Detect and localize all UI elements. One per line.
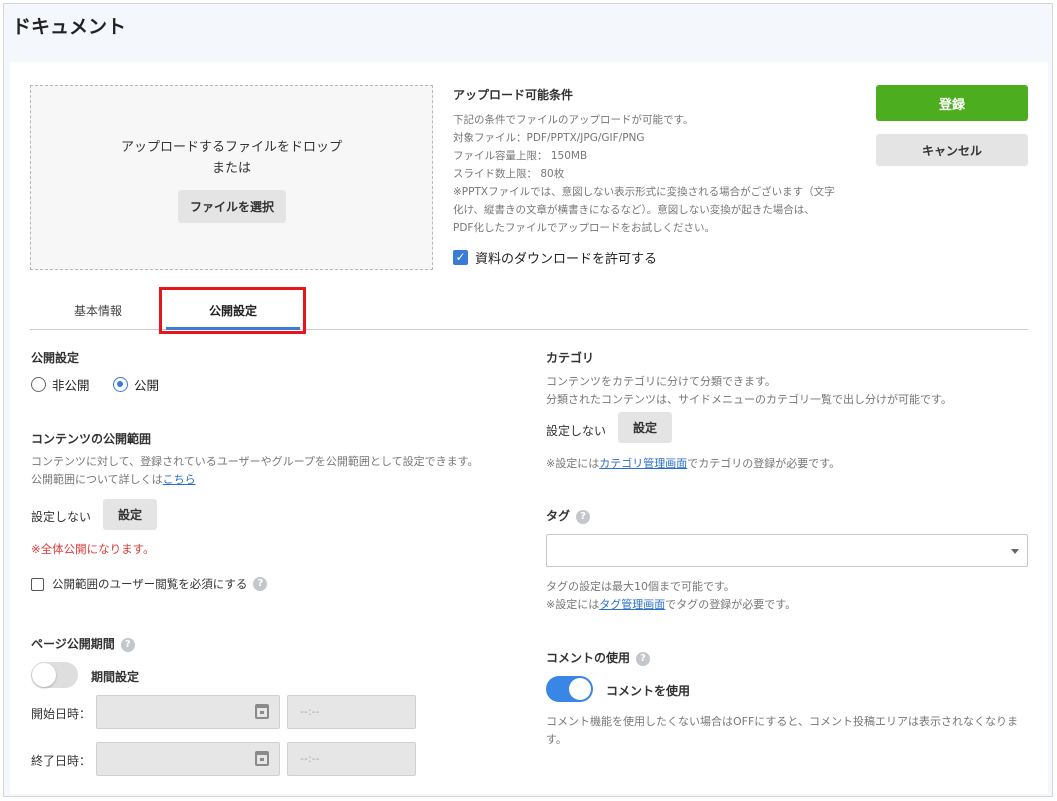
scope-required-checkbox[interactable]: 公開範囲のユーザー閲覧を必須にする ? <box>31 576 268 592</box>
file-dropzone[interactable]: アップロードするファイルをドロップ または ファイルを選択 <box>30 85 433 270</box>
radio-private-label: 非公開 <box>52 378 90 393</box>
tag-select[interactable] <box>546 534 1028 567</box>
start-time-input[interactable]: --:-- <box>287 695 416 729</box>
start-date-input[interactable] <box>96 695 280 729</box>
condition-line: ファイル容量上限： 150MB <box>453 150 588 162</box>
category-set-button[interactable]: 設定 <box>618 412 672 443</box>
upload-conditions-title: アップロード可能条件 <box>453 88 574 102</box>
period-title: ページ公開期間? <box>31 635 135 652</box>
category-current-value: 設定しない <box>546 424 607 438</box>
scope-warning: ※全体公開になります。 <box>31 542 155 556</box>
dropzone-text: アップロードするファイルをドロップ <box>120 140 342 155</box>
checkbox-unchecked-icon[interactable] <box>31 577 44 591</box>
select-file-button[interactable]: ファイルを選択 <box>178 190 286 223</box>
chevron-down-icon[interactable] <box>1011 549 1019 554</box>
comment-description: コメント機能を使用したくない場合はOFFにすると、コメント投稿エリアは表示されな… <box>546 715 1018 728</box>
allow-download-label: 資料のダウンロードを許可する <box>475 252 658 267</box>
help-icon[interactable]: ? <box>636 651 651 666</box>
category-description: 分類されたコンテンツは、サイドメニューのカテゴリ一覧で出し分けが可能です。 <box>546 393 952 406</box>
category-note-suffix: でカテゴリの登録が必要です。 <box>687 457 841 470</box>
category-admin-link[interactable]: カテゴリ管理画面 <box>599 457 687 470</box>
tag-title-text: タグ <box>546 509 571 523</box>
comment-toggle-label: コメントを使用 <box>606 684 691 698</box>
scope-detail-prefix: 公開範囲について詳しくは <box>31 473 163 486</box>
start-date-label: 開始日時： <box>31 707 92 721</box>
scope-set-button[interactable]: 設定 <box>103 499 157 530</box>
scope-current-value: 設定しない <box>31 510 92 524</box>
highlight-annotation-box <box>159 287 306 334</box>
register-button[interactable]: 登録 <box>876 85 1028 121</box>
comment-title-text: コメントの使用 <box>546 651 631 665</box>
calendar-icon[interactable] <box>255 704 269 719</box>
toggle-knob <box>569 678 591 700</box>
scope-detail: 公開範囲について詳しくはこちら <box>31 471 196 487</box>
comment-title: コメントの使用? <box>546 649 651 666</box>
help-icon[interactable]: ? <box>120 637 135 652</box>
scope-detail-link[interactable]: こちら <box>163 473 196 486</box>
radio-checked-icon[interactable] <box>113 377 128 392</box>
tab-basic-info[interactable]: 基本情報 <box>74 302 122 319</box>
help-icon[interactable]: ? <box>253 577 268 591</box>
cancel-button[interactable]: キャンセル <box>876 134 1028 166</box>
tag-title: タグ? <box>546 507 591 524</box>
publish-setting-label: 公開設定 <box>31 351 80 365</box>
end-time-input[interactable]: --:-- <box>287 742 416 776</box>
toggle-knob <box>32 663 56 687</box>
condition-line: 化け、縦書きの文章が横書きになるなど）。意図しない変換が起きた場合は、 <box>453 204 815 216</box>
tag-limit-note: タグの設定は最大10個まで可能です。 <box>546 580 735 593</box>
tag-note-suffix: でタグの登録が必要です。 <box>665 598 797 611</box>
end-date-label: 終了日時： <box>31 754 92 768</box>
tag-note-prefix: ※設定には <box>546 598 600 611</box>
page-title: ドキュメント <box>12 16 127 38</box>
condition-line: 下記の条件でファイルのアップロードが可能です。 <box>453 114 694 126</box>
condition-line: ※PPTXファイルでは、意図しない表示形式に変換される場合がございます（文字 <box>453 186 835 198</box>
tag-admin-link[interactable]: タグ管理画面 <box>599 598 665 611</box>
end-date-input[interactable] <box>96 742 280 776</box>
calendar-icon[interactable] <box>255 751 269 766</box>
radio-private[interactable]: 非公開 <box>31 375 90 394</box>
category-note-prefix: ※設定には <box>546 457 600 470</box>
period-toggle-label: 期間設定 <box>91 670 140 684</box>
condition-line: スライド数上限： 80枚 <box>453 168 565 180</box>
radio-unchecked-icon[interactable] <box>31 377 46 392</box>
tag-note: ※設定にはタグ管理画面でタグの登録が必要です。 <box>546 596 796 612</box>
dropzone-or-text: または <box>211 161 251 176</box>
comment-description: す。 <box>546 733 567 746</box>
checkbox-checked-icon[interactable]: ✓ <box>453 250 468 265</box>
category-note: ※設定にはカテゴリ管理画面でカテゴリの登録が必要です。 <box>546 455 840 471</box>
category-title: カテゴリ <box>546 351 595 365</box>
period-title-text: ページ公開期間 <box>31 637 115 651</box>
radio-public-label: 公開 <box>134 378 160 393</box>
condition-line: PDF化したファイルでアップロードをお試しください。 <box>453 222 715 234</box>
scope-title: コンテンツの公開範囲 <box>31 432 152 446</box>
radio-public[interactable]: 公開 <box>113 375 159 394</box>
scope-description: コンテンツに対して、登録されているユーザーやグループを公開範囲として設定できます… <box>31 455 479 468</box>
scope-required-label: 公開範囲のユーザー閲覧を必須にする <box>52 577 248 591</box>
comment-toggle[interactable] <box>546 676 593 702</box>
help-icon[interactable]: ? <box>576 509 591 524</box>
period-toggle[interactable] <box>31 662 78 688</box>
allow-download-checkbox[interactable]: ✓ 資料のダウンロードを許可する <box>453 248 657 267</box>
category-description: コンテンツをカテゴリに分けて分類できます。 <box>546 375 776 388</box>
condition-line: 対象ファイル：PDF/PPTX/JPG/GIF/PNG <box>453 132 645 144</box>
